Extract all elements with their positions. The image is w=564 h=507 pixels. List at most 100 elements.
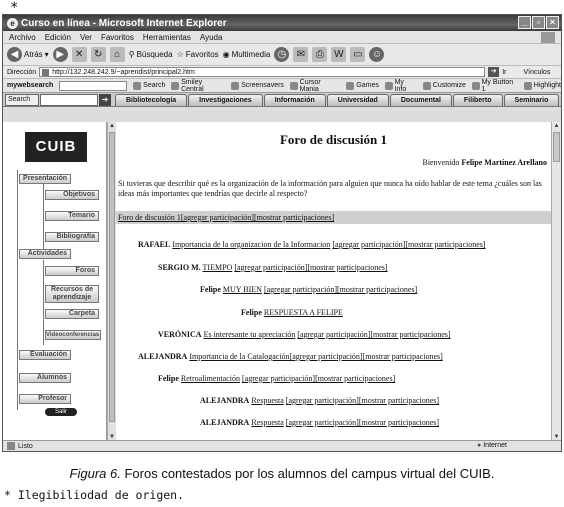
post-add-link[interactable]: [agregar participación] [290, 352, 363, 361]
back-button[interactable]: ◀ Atrás ▾ [7, 47, 49, 62]
post-show-link[interactable]: [mostrar participaciones] [307, 263, 387, 272]
nav-objetivos[interactable]: Objetivos [45, 190, 99, 200]
post-subject-link[interactable]: MUY BIEN [223, 285, 262, 294]
nav-evaluacion[interactable]: Evaluación [19, 350, 71, 360]
my-info-link[interactable]: My Info [384, 79, 417, 93]
post-show-link[interactable]: [mostrar participaciones] [405, 240, 485, 249]
forum-add-link[interactable]: [agregar participación] [181, 213, 254, 222]
links-label[interactable]: Vínculos [523, 69, 550, 76]
post-subject-link[interactable]: Respuesta [251, 418, 283, 427]
minimize-button[interactable]: _ [518, 16, 531, 29]
left-frame-scrollbar[interactable]: ▲ ▼ [107, 122, 116, 442]
tab-filiberto[interactable]: Filiberto [452, 93, 503, 106]
post-subject-link[interactable]: RESPUESTA A FELIPE [264, 308, 343, 317]
site-tabs-bar: Search ➔ Bibliotecología Investigaciones… [3, 93, 561, 107]
tab-investigaciones[interactable]: Investigaciones [188, 93, 263, 106]
nav-videoconferencias[interactable]: Videoconferencias [45, 330, 101, 340]
forum-frame: Foro de discusión 1 Bienvenido Felipe Ma… [116, 122, 551, 442]
post-show-link[interactable]: [mostrar participaciones] [337, 285, 417, 294]
nav-foros[interactable]: Foros [45, 266, 99, 276]
scroll-up-arrow-icon[interactable]: ▲ [108, 122, 116, 131]
nav-presentacion[interactable]: Presentación [19, 174, 71, 184]
search-button[interactable]: ⚲ Búsqueda [129, 50, 173, 59]
go-arrow-icon[interactable]: ➔ [488, 67, 500, 77]
print-button[interactable]: ⎙ [312, 47, 328, 62]
games-link[interactable]: Games [346, 81, 379, 90]
forum-post: ALEJANDRA Importancia de la Catalogación… [138, 352, 443, 361]
post-add-link[interactable]: [agregar participación] [332, 240, 405, 249]
search-icon [133, 81, 142, 90]
tab-seminario[interactable]: Seminario [503, 93, 560, 106]
forum-show-link[interactable]: [mostrar participaciones] [254, 213, 334, 222]
tab-bibliotecologia[interactable]: Bibliotecología [115, 93, 188, 106]
close-button[interactable]: × [546, 16, 559, 29]
nav-carpeta[interactable]: Carpeta [45, 309, 99, 319]
maximize-button[interactable]: ▫ [532, 16, 545, 29]
post-add-link[interactable]: [agregar participación] [286, 396, 359, 405]
post-add-link[interactable]: [agregar participación] [297, 330, 370, 339]
mywebsearch-input[interactable] [59, 80, 128, 91]
post-add-link[interactable]: [agregar participación] [264, 285, 337, 294]
screensavers-link[interactable]: Screensavers [231, 81, 284, 90]
smiley-central-label: Smiley Central [181, 78, 204, 93]
tab-universidad[interactable]: Universidad [326, 93, 389, 106]
post-add-link[interactable]: [agregar participación] [242, 374, 315, 383]
exit-button[interactable]: Salir [45, 408, 77, 416]
post-add-link[interactable]: [agregar participación] [234, 263, 307, 272]
go-label[interactable]: Ir [502, 69, 506, 76]
smiley-central-link[interactable]: Smiley Central [171, 79, 225, 93]
nav-profesor[interactable]: Profesor [19, 394, 71, 404]
stop-button[interactable]: ✕ [71, 47, 87, 62]
messenger-button[interactable]: ☺ [369, 47, 385, 62]
nav-actividades[interactable]: Actividades [19, 249, 71, 259]
discuss-button[interactable]: ▭ [350, 47, 366, 62]
post-show-link[interactable]: [mostrar participaciones] [315, 374, 395, 383]
home-button[interactable]: ⌂ [109, 47, 125, 62]
post-subject-link[interactable]: TIEMPO [203, 263, 233, 272]
menu-archivo[interactable]: Archivo [9, 33, 36, 42]
history-button[interactable]: ◷ [274, 47, 290, 62]
customize-label: Customize [432, 82, 466, 89]
refresh-button[interactable]: ↻ [90, 47, 106, 62]
my-button-link[interactable]: My Button 1 [471, 79, 518, 93]
multimedia-button[interactable]: ◉ Multimedia [223, 50, 271, 59]
nav-bibliografia[interactable]: Bibliografía [45, 232, 99, 242]
favorites-button[interactable]: ☆ Favoritos [177, 50, 219, 59]
scroll-up-arrow-icon[interactable]: ▲ [552, 122, 561, 131]
post-subject-link[interactable]: Importancia de la Catalogación [189, 352, 289, 361]
nav-temario[interactable]: Temario [45, 211, 99, 221]
forward-button[interactable]: ▶ [52, 47, 68, 62]
menu-favoritos[interactable]: Favoritos [101, 33, 134, 42]
customize-link[interactable]: Customize [422, 81, 466, 90]
post-show-link[interactable]: [mostrar participaciones] [363, 352, 443, 361]
tab-search-input[interactable] [40, 93, 98, 106]
post-subject-link[interactable]: Respuesta [251, 396, 283, 405]
tab-search-go-icon[interactable]: ➔ [99, 93, 111, 106]
post-show-link[interactable]: [mostrar participaciones] [359, 418, 439, 427]
nav-recursos[interactable]: Recursos de aprendizaje [45, 285, 99, 303]
nav-alumnos[interactable]: Alumnos [19, 373, 71, 383]
forum-scroll-thumb[interactable] [553, 132, 560, 162]
highlight-link[interactable]: Highlight [523, 81, 561, 90]
forum-frame-scrollbar[interactable]: ▲ ▼ [551, 122, 561, 442]
edit-button[interactable]: W [331, 47, 347, 62]
post-add-link[interactable]: [agregar participación] [286, 418, 359, 427]
tab-informacion[interactable]: Información [263, 93, 326, 106]
menu-ver[interactable]: Ver [80, 33, 92, 42]
menu-herramientas[interactable]: Herramientas [143, 33, 191, 42]
post-show-link[interactable]: [mostrar participaciones] [370, 330, 450, 339]
browser-window: e Curso en línea - Microsoft Internet Ex… [2, 14, 562, 452]
cursor-mania-link[interactable]: Cursor Mania [289, 79, 340, 93]
post-subject-link[interactable]: Es interesante tu apreciación [204, 330, 296, 339]
forum-title-link[interactable]: Foro de discusión 1 [118, 213, 181, 222]
left-scroll-thumb[interactable] [109, 132, 115, 422]
mail-button[interactable]: ✉ [293, 47, 309, 62]
tab-documental[interactable]: Documental [389, 93, 452, 106]
post-subject-link[interactable]: Importancia de la organizacion de la Inf… [172, 240, 330, 249]
menu-ayuda[interactable]: Ayuda [200, 33, 223, 42]
post-show-link[interactable]: [mostrar participaciones] [359, 396, 439, 405]
menu-edicion[interactable]: Edición [45, 33, 71, 42]
post-subject-link[interactable]: Retroalimentación [181, 374, 240, 383]
toolbar-search-link[interactable]: Search [133, 81, 165, 90]
address-input[interactable]: http://132.248.242.9/~aprendist/principa… [39, 67, 486, 77]
